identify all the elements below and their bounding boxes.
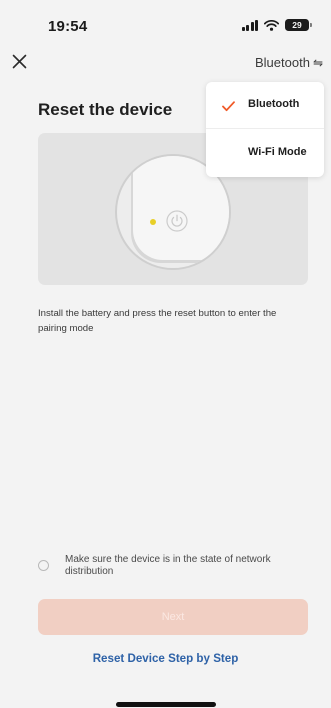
confirm-checkbox-row[interactable]: Make sure the device is in the state of … [38, 554, 308, 578]
battery-icon: 29 [285, 19, 312, 31]
confirm-radio[interactable] [38, 560, 49, 571]
dropdown-item-bluetooth[interactable]: Bluetooth [206, 82, 324, 129]
wifi-icon [264, 19, 279, 31]
reset-step-by-step-link[interactable]: Reset Device Step by Step [0, 652, 331, 665]
status-time: 19:54 [48, 18, 88, 35]
status-bar: 19:54 29 [0, 0, 331, 44]
next-button[interactable]: Next [38, 599, 308, 635]
signal-icon [241, 19, 258, 31]
close-icon[interactable] [10, 52, 30, 72]
power-icon [166, 210, 188, 232]
dropdown-item-label: Bluetooth [248, 98, 300, 110]
connection-mode-label: Bluetooth [255, 55, 310, 70]
confirm-label: Make sure the device is in the state of … [65, 554, 271, 577]
instruction-text: Install the battery and press the reset … [38, 308, 277, 334]
swap-arrows-icon: ⇋ [312, 55, 323, 70]
connection-mode-dropdown: Bluetooth Wi-Fi Mode [206, 82, 324, 177]
led-dot [150, 219, 156, 225]
home-indicator [116, 702, 216, 707]
status-icons: 29 [241, 19, 312, 31]
check-icon [222, 99, 235, 112]
dropdown-item-wifi-mode[interactable]: Wi-Fi Mode [206, 130, 324, 177]
dropdown-item-label: Wi-Fi Mode [248, 146, 307, 158]
screen: 19:54 29 Bluetooth ⇋ Reset the device In… [0, 0, 331, 708]
page-title: Reset the device [38, 100, 173, 119]
connection-mode-toggle[interactable]: Bluetooth ⇋ [255, 55, 323, 70]
